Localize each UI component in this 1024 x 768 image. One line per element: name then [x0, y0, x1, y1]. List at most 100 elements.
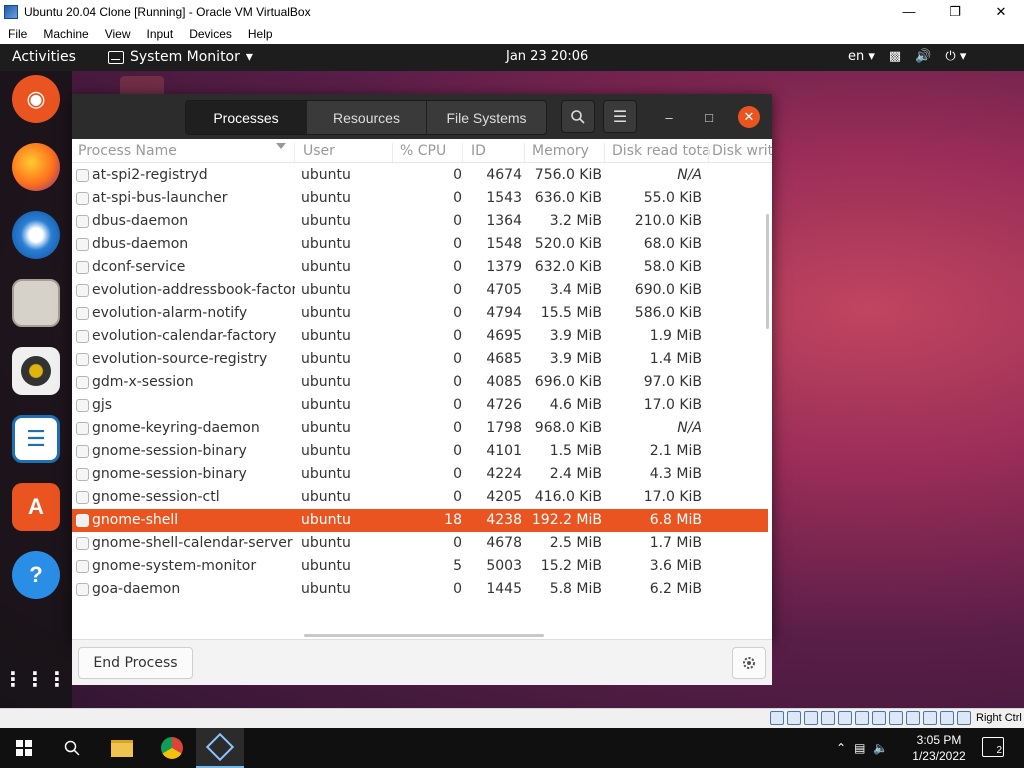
window-close-button[interactable]: ✕ [738, 106, 760, 128]
app-menu[interactable]: System Monitor ▾ [108, 49, 253, 65]
process-id: 4205 [486, 489, 522, 505]
hard-disk-icon[interactable] [770, 711, 784, 725]
process-memory: 192.2 MiB [531, 512, 602, 528]
process-row[interactable]: evolution-calendar-factory ubuntu 0 4695 3.9… [72, 325, 768, 348]
column-memory[interactable]: Memory [532, 143, 589, 159]
minimize-button[interactable]: — [886, 0, 932, 23]
keyboard-layout[interactable]: en ▾ [848, 49, 875, 64]
power-icon[interactable]: ⏻ ▾ [945, 49, 966, 64]
process-icon [76, 307, 89, 320]
firefox-icon[interactable] [12, 143, 60, 191]
column-user[interactable]: User [303, 143, 335, 159]
process-row[interactable]: goa-daemon ubuntu 0 1445 5.8 MiB 6.2 MiB [72, 578, 768, 601]
process-row[interactable]: at-spi2-registryd ubuntu 0 4674 756.0 KiB N/A [72, 164, 768, 187]
thunderbird-icon[interactable] [12, 211, 60, 259]
activities-button[interactable]: Activities [12, 49, 76, 65]
tab-file-systems[interactable]: File Systems [426, 101, 546, 134]
chrome-icon[interactable] [148, 728, 196, 768]
column-cpu[interactable]: % CPU [400, 143, 446, 159]
process-row[interactable]: gnome-session-binary ubuntu 0 4224 2.4 MiB 4.… [72, 463, 768, 486]
process-row[interactable]: dbus-daemon ubuntu 0 1364 3.2 MiB 210.0 KiB [72, 210, 768, 233]
process-memory: 416.0 KiB [534, 489, 602, 505]
sort-desc-icon [276, 143, 286, 149]
cpu-icon[interactable] [906, 711, 920, 725]
restore-button[interactable]: ❐ [932, 0, 978, 23]
keyboard-capture-icon[interactable] [940, 711, 954, 725]
network-icon[interactable]: ▩ [889, 49, 901, 64]
windows-start-icon[interactable] [0, 728, 48, 768]
process-options-button[interactable] [732, 647, 766, 679]
process-icon [76, 330, 89, 343]
process-row[interactable]: gnome-session-ctl ubuntu 0 4205 416.0 KiB 17.… [72, 486, 768, 509]
clock[interactable]: Jan 23 20:06 [506, 49, 588, 64]
rhythmbox-icon[interactable] [12, 347, 60, 395]
vertical-scrollbar[interactable] [766, 214, 769, 329]
menu-view[interactable]: View [97, 27, 139, 41]
chevron-up-icon[interactable]: ⌃ [836, 741, 846, 755]
system-tray[interactable]: en ▾ ▩ 🔊 ⏻ ▾ [848, 49, 966, 64]
menu-button[interactable]: ☰ [603, 100, 637, 133]
virtualbox-icon[interactable] [196, 728, 244, 768]
window-minimize-button[interactable]: – [658, 106, 680, 128]
process-row[interactable]: dconf-service ubuntu 0 1379 632.0 KiB 58.0 Ki… [72, 256, 768, 279]
process-memory: 2.4 MiB [549, 466, 602, 482]
process-row[interactable]: gdm-x-session ubuntu 0 4085 696.0 KiB 97.0 Ki… [72, 371, 768, 394]
menu-devices[interactable]: Devices [181, 27, 240, 41]
menu-help[interactable]: Help [240, 27, 281, 41]
process-row[interactable]: gnome-shell ubuntu 18 4238 192.2 MiB 6.8 MiB [72, 509, 768, 532]
gnome-top-bar: Activities System Monitor ▾ Jan 23 20:06… [0, 44, 1024, 71]
process-row[interactable]: evolution-addressbook-factory ubuntu 0 4705… [72, 279, 768, 302]
process-row[interactable]: gnome-keyring-daemon ubuntu 0 1798 968.0 KiB… [72, 417, 768, 440]
menu-input[interactable]: Input [139, 27, 182, 41]
volume-icon[interactable]: 🔊 [915, 49, 931, 64]
ubuntu-logo-icon[interactable]: ◉ [12, 75, 60, 123]
menu-machine[interactable]: Machine [35, 27, 96, 41]
usb-icon[interactable] [838, 711, 852, 725]
window-maximize-button[interactable]: □ [698, 106, 720, 128]
ubuntu-software-icon[interactable]: A [12, 483, 60, 531]
process-row[interactable]: gnome-system-monitor ubuntu 5 5003 15.2 MiB 3… [72, 555, 768, 578]
column-disk-read[interactable]: Disk read tota [612, 143, 711, 159]
libreoffice-writer-icon[interactable]: ☰ [12, 415, 60, 463]
device-status-icons [770, 711, 971, 725]
process-cpu: 0 [453, 213, 462, 229]
shared-folders-icon[interactable] [855, 711, 869, 725]
process-row[interactable]: gnome-session-binary ubuntu 0 4101 1.5 MiB 2.… [72, 440, 768, 463]
taskbar-clock[interactable]: 3:05 PM 1/23/2022 [908, 732, 970, 764]
network-icon[interactable]: ▤ [854, 741, 865, 755]
mouse-integration-icon[interactable] [923, 711, 937, 725]
show-applications-icon[interactable]: ⋮⋮⋮ [3, 655, 67, 703]
menu-file[interactable]: File [0, 27, 35, 41]
notification-center-icon[interactable]: 2 [982, 737, 1004, 757]
end-process-button[interactable]: End Process [78, 647, 193, 679]
process-row[interactable]: dbus-daemon ubuntu 0 1548 520.0 KiB 68.0 KiB [72, 233, 768, 256]
optical-drive-icon[interactable] [787, 711, 801, 725]
close-button[interactable]: ✕ [978, 0, 1024, 23]
file-explorer-icon[interactable] [98, 728, 146, 768]
process-memory: 756.0 KiB [534, 167, 602, 183]
process-row[interactable]: gjs ubuntu 0 4726 4.6 MiB 17.0 KiB [72, 394, 768, 417]
network-adapter-icon[interactable] [821, 711, 835, 725]
audio-icon[interactable] [804, 711, 818, 725]
search-button[interactable] [561, 100, 595, 133]
search-icon [571, 109, 585, 124]
files-icon[interactable] [12, 279, 60, 327]
horizontal-scrollbar[interactable] [304, 634, 544, 637]
tab-resources[interactable]: Resources [306, 101, 426, 134]
column-process-name[interactable]: Process Name [78, 143, 177, 159]
video-capture-icon[interactable] [889, 711, 903, 725]
process-row[interactable]: evolution-alarm-notify ubuntu 0 4794 15.5 Mi… [72, 302, 768, 325]
host-key-icon[interactable] [957, 711, 971, 725]
process-row[interactable]: gnome-shell-calendar-server ubuntu 0 4678 2.… [72, 532, 768, 555]
process-row[interactable]: evolution-source-registry ubuntu 0 4685 3.9 … [72, 348, 768, 371]
help-icon[interactable]: ? [12, 551, 60, 599]
volume-icon[interactable]: 🔈 [873, 741, 888, 755]
column-id[interactable]: ID [471, 143, 486, 159]
process-icon [76, 491, 89, 504]
display-icon[interactable] [872, 711, 886, 725]
process-row[interactable]: at-spi-bus-launcher ubuntu 0 1543 636.0 KiB 5… [72, 187, 768, 210]
search-icon[interactable] [48, 728, 96, 768]
tab-processes[interactable]: Processes [186, 101, 306, 134]
process-user: ubuntu [301, 259, 351, 275]
column-disk-write[interactable]: Disk writ [712, 143, 772, 159]
